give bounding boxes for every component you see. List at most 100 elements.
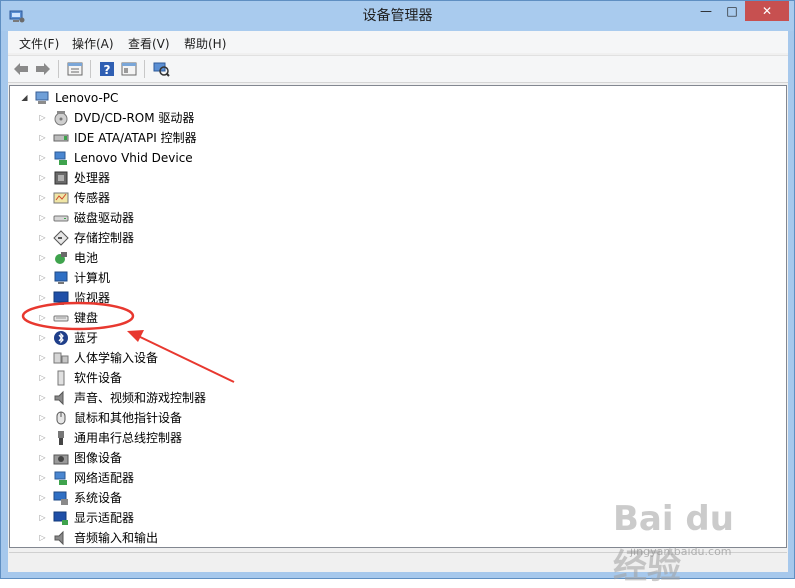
expand-arrow-icon[interactable]: ▷ xyxy=(38,308,47,328)
expand-arrow-icon[interactable]: ▷ xyxy=(38,488,47,508)
tree-root-node[interactable]: ◢ Lenovo-PC xyxy=(10,88,210,108)
storage-controller-icon xyxy=(53,230,69,246)
toolbar: ? xyxy=(8,55,788,83)
tree-node-label: 传感器 xyxy=(74,191,111,205)
tree-node-label: 磁盘驱动器 xyxy=(74,211,135,225)
minimize-button[interactable]: — xyxy=(693,1,719,21)
toolbar-separator xyxy=(90,60,91,78)
tree-node[interactable]: ▷ 软件设备 xyxy=(10,368,410,388)
expand-arrow-icon[interactable]: ▷ xyxy=(38,348,47,368)
expand-arrow-icon[interactable]: ▷ xyxy=(38,448,47,468)
tree-node[interactable]: ▷ Lenovo Vhid Device xyxy=(10,148,410,168)
maximize-button[interactable]: □ xyxy=(719,1,745,21)
expand-arrow-icon[interactable]: ▷ xyxy=(38,428,47,448)
baidu-watermark-logo: Bai du 经验 xyxy=(613,499,734,587)
expand-arrow-icon[interactable]: ▷ xyxy=(38,288,47,308)
expand-arrow-icon[interactable]: ▷ xyxy=(38,128,47,148)
tree-node[interactable]: ▷ 计算机 xyxy=(10,268,410,288)
hid-icon xyxy=(53,352,69,364)
tree-node[interactable]: ▷ 鼠标和其他指针设备 xyxy=(10,408,410,428)
menu-bar: 文件(F) 操作(A) 查看(V) 帮助(H) xyxy=(8,31,788,53)
battery-icon xyxy=(55,252,67,264)
processor-icon xyxy=(54,171,68,185)
expand-arrow-icon[interactable]: ▷ xyxy=(38,268,47,288)
display-adapter-icon xyxy=(53,511,68,525)
usb-icon xyxy=(58,431,64,445)
expand-arrow-icon[interactable]: ▷ xyxy=(38,108,47,128)
forward-arrow-icon[interactable] xyxy=(34,60,52,78)
tree-node[interactable]: ▷ 人体学输入设备 xyxy=(10,348,410,368)
tree-node[interactable]: ▷ 蓝牙 xyxy=(10,328,410,348)
tree-node[interactable]: ▷ 存储控制器 xyxy=(10,228,410,248)
collapse-arrow-icon[interactable]: ◢ xyxy=(20,88,29,108)
properties-icon[interactable] xyxy=(66,60,84,78)
expand-arrow-icon[interactable]: ▷ xyxy=(38,188,47,208)
tree-node[interactable]: ▷ 通用串行总线控制器 xyxy=(10,428,410,448)
menu-action[interactable]: 操作(A) xyxy=(72,35,114,52)
system-device-icon xyxy=(53,491,68,505)
expand-arrow-icon[interactable]: ▷ xyxy=(38,468,47,488)
tree-node-label: 计算机 xyxy=(74,271,111,285)
tree-node[interactable]: ▷ 系统设备 xyxy=(10,488,410,508)
expand-arrow-icon[interactable]: ▷ xyxy=(38,228,47,248)
window-title: 设备管理器 xyxy=(362,8,433,24)
baidu-watermark-url: jingyan.baidu.com xyxy=(630,545,732,558)
menu-view[interactable]: 查看(V) xyxy=(128,35,170,52)
tree-node-label: 蓝牙 xyxy=(74,331,99,345)
tree-node[interactable]: ▷ DVD/CD-ROM 驱动器 xyxy=(10,108,410,128)
tree-node-label: 网络适配器 xyxy=(74,471,135,485)
toolbar-separator xyxy=(58,60,59,78)
tree-node-label: 键盘 xyxy=(74,311,99,325)
speaker-icon xyxy=(54,390,64,406)
bluetooth-icon xyxy=(54,331,68,345)
help-icon[interactable]: ? xyxy=(98,60,116,78)
tree-node[interactable]: ▷ 音频输入和输出 xyxy=(10,528,410,547)
expand-arrow-icon[interactable]: ▷ xyxy=(38,208,47,228)
svg-text:?: ? xyxy=(104,63,111,77)
expand-arrow-icon[interactable]: ▷ xyxy=(38,508,47,528)
computer-root-icon xyxy=(35,91,49,104)
disk-drive-icon xyxy=(53,215,69,222)
dvd-drive-icon xyxy=(54,111,68,126)
tree-node-label: 声音、视频和游戏控制器 xyxy=(74,391,207,405)
sensor-icon xyxy=(53,192,69,204)
expand-arrow-icon[interactable]: ▷ xyxy=(38,148,47,168)
tree-node[interactable]: ▷ 声音、视频和游戏控制器 xyxy=(10,388,410,408)
tree-node[interactable]: ▷ 传感器 xyxy=(10,188,410,208)
expand-arrow-icon[interactable]: ▷ xyxy=(38,328,47,348)
software-device-icon xyxy=(57,370,65,386)
tree-node-label: 鼠标和其他指针设备 xyxy=(74,411,183,425)
menu-help[interactable]: 帮助(H) xyxy=(184,35,226,52)
tree-node[interactable]: ▷ 网络适配器 xyxy=(10,468,410,488)
scan-hardware-icon[interactable] xyxy=(152,60,170,78)
expand-arrow-icon[interactable]: ▷ xyxy=(38,408,47,428)
ide-controller-icon xyxy=(53,134,69,142)
tree-node-label: 电池 xyxy=(74,251,99,265)
view-icon[interactable] xyxy=(120,60,138,78)
close-button[interactable]: ✕ xyxy=(745,1,789,21)
tree-node[interactable]: ▷ 图像设备 xyxy=(10,448,410,468)
device-tree: ◢ Lenovo-PC ▷ DVD/CD-ROM 驱动器 ▷ IDE ATA/ATAP… xyxy=(9,85,787,548)
tree-node-label: DVD/CD-ROM 驱动器 xyxy=(74,111,195,125)
tree-node[interactable]: ▷ 磁盘驱动器 xyxy=(10,208,410,228)
tree-node[interactable]: ▷ 电池 xyxy=(10,248,410,268)
tree-node[interactable]: ▷ IDE ATA/ATAPI 控制器 xyxy=(10,128,410,148)
device-manager-window: 设备管理器 — □ ✕ 文件(F) 操作(A) 查看(V) 帮助(H) ? ◢ … xyxy=(0,0,795,587)
title-bar[interactable]: 设备管理器 — □ ✕ xyxy=(1,1,794,31)
tree-node[interactable]: ▷ 监视器 xyxy=(10,288,410,308)
expand-arrow-icon[interactable]: ▷ xyxy=(38,248,47,268)
tree-node-label: Lenovo Vhid Device xyxy=(74,151,193,165)
tree-node-label: 音频输入和输出 xyxy=(74,531,159,545)
audio-io-icon xyxy=(54,530,64,546)
expand-arrow-icon[interactable]: ▷ xyxy=(38,168,47,188)
tree-node[interactable]: ▷ 显示适配器 xyxy=(10,508,410,528)
tree-node[interactable]: ▷ 处理器 xyxy=(10,168,410,188)
tree-node-label: 存储控制器 xyxy=(74,231,135,245)
tree-node[interactable]: ▷ 键盘 xyxy=(10,308,410,328)
menu-file[interactable]: 文件(F) xyxy=(19,35,59,52)
back-arrow-icon[interactable] xyxy=(12,60,30,78)
expand-arrow-icon[interactable]: ▷ xyxy=(38,528,47,547)
expand-arrow-icon[interactable]: ▷ xyxy=(38,388,47,408)
expand-arrow-icon[interactable]: ▷ xyxy=(38,368,47,388)
toolbar-separator xyxy=(144,60,145,78)
